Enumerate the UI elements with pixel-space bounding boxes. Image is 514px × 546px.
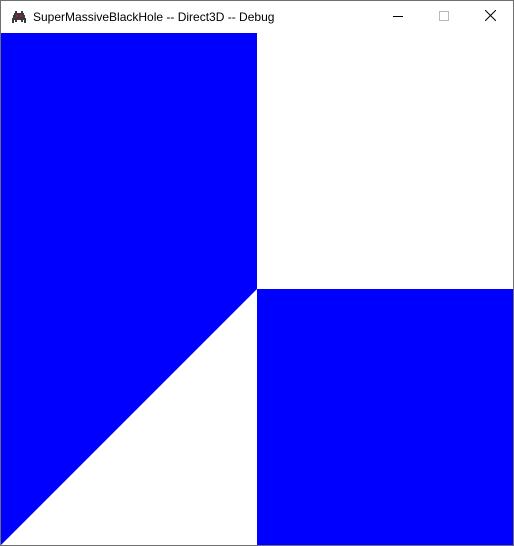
close-icon [484,8,496,26]
blue-square-right [257,289,513,545]
space-invader-icon[interactable] [11,9,27,25]
render-canvas [1,33,513,545]
app-window: SuperMassiveBlackHole -- Direct3D -- Deb… [0,0,514,546]
maximize-icon [439,8,449,26]
render-viewport[interactable] [1,33,513,545]
minimize-button[interactable] [375,1,421,33]
close-button[interactable] [467,1,513,33]
maximize-button[interactable] [421,1,467,33]
minimize-icon [393,8,403,26]
caption-buttons [375,1,513,33]
window-title: SuperMassiveBlackHole -- Direct3D -- Deb… [33,10,275,24]
title-bar[interactable]: SuperMassiveBlackHole -- Direct3D -- Deb… [1,1,513,33]
blue-polygon-left [1,33,257,545]
